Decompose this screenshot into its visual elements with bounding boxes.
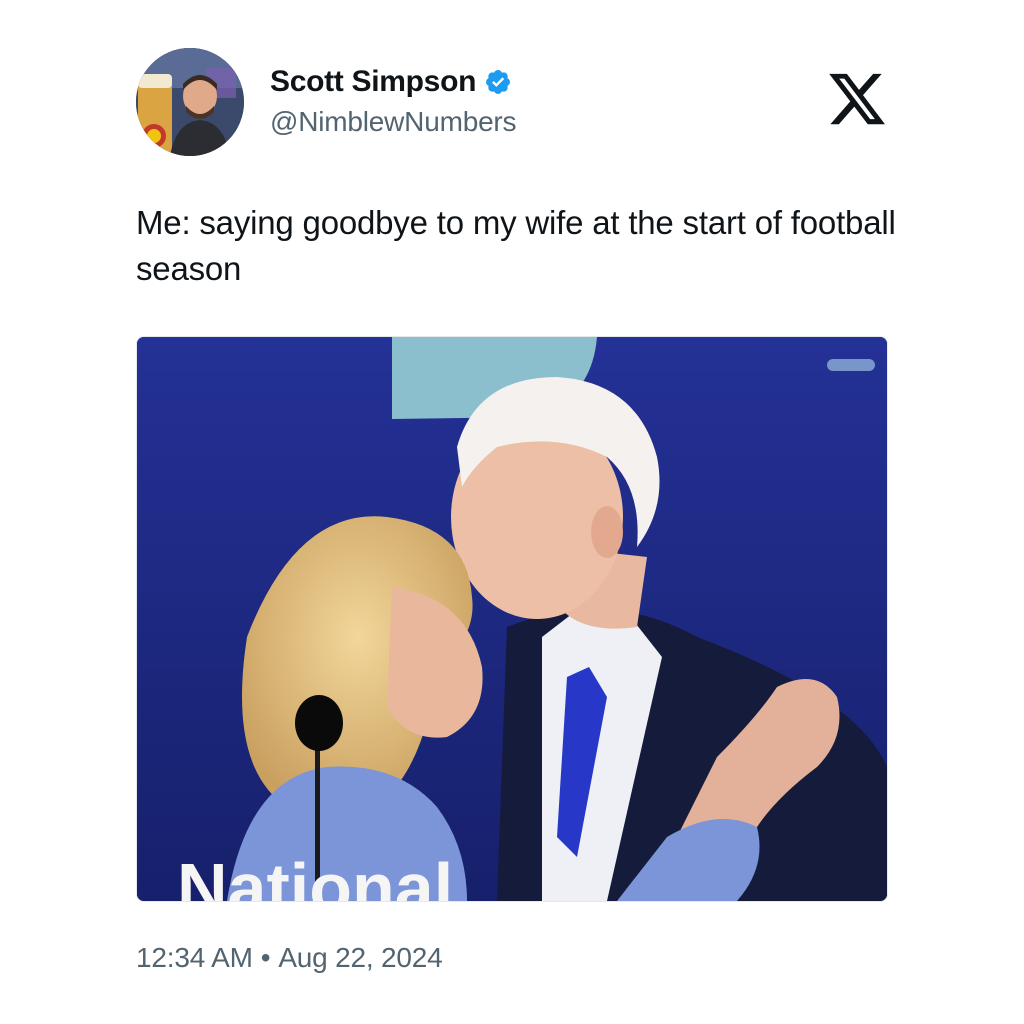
- separator-dot: •: [260, 942, 271, 973]
- tweet-text: Me: saying goodbye to my wife at the sta…: [136, 204, 896, 287]
- display-name[interactable]: Scott Simpson: [270, 65, 476, 99]
- tweet-time: 12:34 AM: [136, 942, 253, 973]
- x-logo-icon: [826, 68, 888, 130]
- avatar[interactable]: [136, 48, 244, 156]
- user-handle[interactable]: @NimblewNumbers: [270, 106, 517, 138]
- verified-badge-icon: [484, 68, 512, 96]
- author-block: Scott Simpson @NimblewNumbers: [270, 62, 517, 138]
- tweet-date: Aug 22, 2024: [278, 942, 443, 973]
- timestamp[interactable]: 12:34 AM • Aug 22, 2024: [136, 942, 443, 974]
- image-caption: National: [177, 849, 453, 901]
- tweet-card: Scott Simpson @NimblewNumbers Me: saying…: [0, 0, 1024, 1024]
- tweet-photo[interactable]: National: [136, 336, 888, 902]
